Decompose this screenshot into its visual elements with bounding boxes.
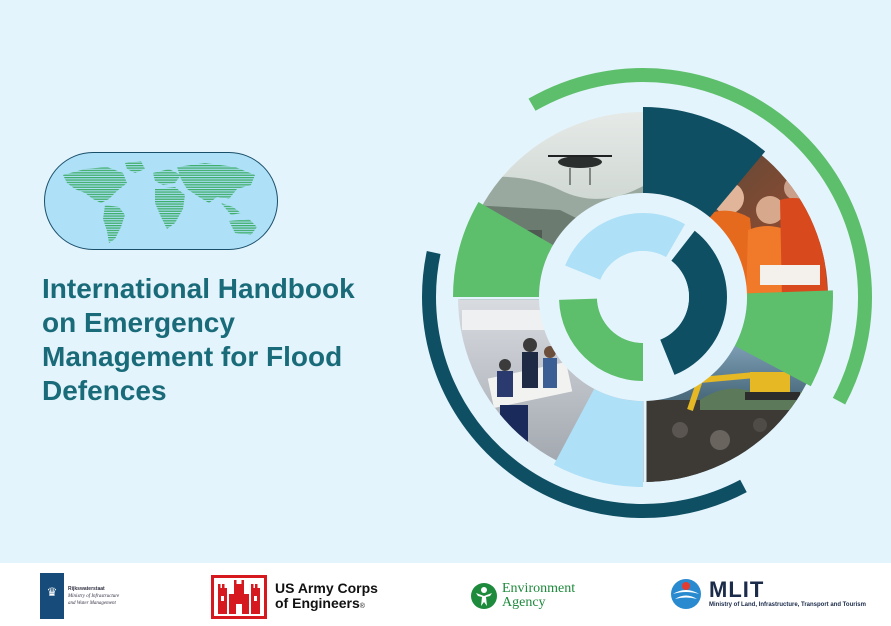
mlit-logo: MLIT Ministry of Land, Infrastructure, T… — [669, 577, 866, 611]
mlit-name: MLIT — [709, 577, 765, 602]
mlit-subtitle: Ministry of Land, Infrastructure, Transp… — [709, 602, 866, 608]
usace-line2: of Engineers — [275, 594, 360, 611]
ring-photo-graphic — [422, 68, 872, 518]
centre-hole — [597, 251, 689, 343]
castle-icon — [211, 575, 267, 619]
cover-page: International Handbook on Emergency Mana… — [0, 0, 891, 563]
usace-line1: US Army Corps — [275, 579, 378, 596]
rws-name: Rijkswaterstaat — [68, 585, 105, 592]
environment-agency-logo: Environment Agency — [470, 582, 575, 610]
rws-line2: and Water Management — [68, 600, 116, 606]
crest-icon: ♛ — [40, 573, 64, 619]
ea-line1: Environment — [502, 581, 576, 596]
rijkswaterstaat-logo: ♛ Rijkswaterstaat Ministry of Infrastruc… — [40, 573, 148, 619]
rws-line1: Ministry of Infrastructure — [68, 593, 120, 599]
logo-footer: ♛ Rijkswaterstaat Ministry of Infrastruc… — [0, 563, 891, 626]
ea-line2: Agency — [502, 595, 546, 610]
usace-mark: ® — [359, 602, 365, 610]
usace-logo: US Army Corps of Engineers® — [211, 575, 378, 619]
mlit-emblem-icon — [671, 579, 701, 609]
person-circle-icon — [471, 583, 497, 609]
